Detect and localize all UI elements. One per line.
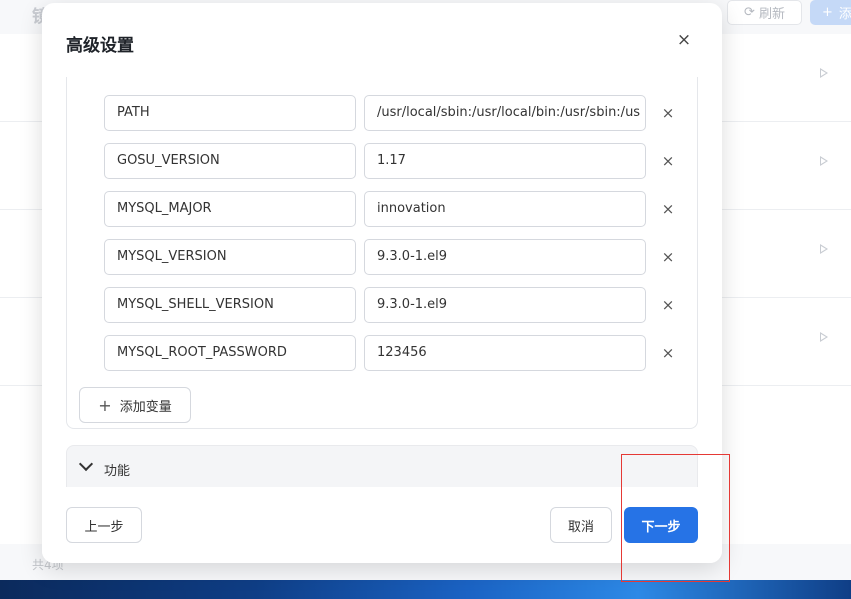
- delete-icon[interactable]: ×: [658, 239, 678, 275]
- env-var-row: MYSQL_ROOT_PASSWORD 123456 ×: [104, 335, 684, 371]
- env-var-row: GOSU_VERSION 1.17 ×: [104, 143, 684, 179]
- delete-icon[interactable]: ×: [658, 335, 678, 371]
- env-var-row: MYSQL_MAJOR innovation ×: [104, 191, 684, 227]
- cancel-button[interactable]: 取消: [550, 507, 612, 543]
- play-icon[interactable]: [820, 156, 828, 166]
- env-key-input[interactable]: MYSQL_SHELL_VERSION: [104, 287, 356, 323]
- env-var-row: PATH /usr/local/sbin:/usr/local/bin:/usr…: [104, 95, 684, 131]
- env-value-input[interactable]: /usr/local/sbin:/usr/local/bin:/usr/sbin…: [364, 95, 646, 131]
- delete-icon[interactable]: ×: [658, 95, 678, 131]
- play-icon[interactable]: [820, 244, 828, 254]
- add-variable-label: 添加变量: [119, 399, 172, 415]
- add-variable-button[interactable]: + 添加变量: [79, 387, 191, 423]
- dialog-body[interactable]: PATH /usr/local/sbin:/usr/local/bin:/usr…: [42, 77, 722, 487]
- advanced-settings-dialog: 高级设置 × PATH /usr/local/sbin:/usr/local/b…: [42, 3, 722, 563]
- dialog-header: 高级设置 ×: [42, 3, 722, 77]
- refresh-icon: ⟳: [744, 5, 755, 20]
- env-key-input[interactable]: GOSU_VERSION: [104, 143, 356, 179]
- env-key-input[interactable]: MYSQL_VERSION: [104, 239, 356, 275]
- plus-icon: +: [822, 5, 833, 20]
- env-value-input[interactable]: 123456: [364, 335, 646, 371]
- refresh-label: 刷新: [758, 7, 785, 22]
- env-key-input[interactable]: MYSQL_ROOT_PASSWORD: [104, 335, 356, 371]
- dialog-title: 高级设置: [66, 36, 134, 56]
- next-step-button[interactable]: 下一步: [624, 507, 698, 543]
- features-section-label: 功能: [104, 464, 131, 479]
- environment-variables-panel: PATH /usr/local/sbin:/usr/local/bin:/usr…: [66, 77, 698, 429]
- play-icon[interactable]: [820, 332, 828, 342]
- close-icon[interactable]: ×: [674, 29, 694, 51]
- features-section-header[interactable]: 功能: [66, 445, 698, 491]
- env-key-input[interactable]: MYSQL_MAJOR: [104, 191, 356, 227]
- add-button[interactable]: + 添: [810, 0, 851, 25]
- play-icon[interactable]: [820, 68, 828, 78]
- delete-icon[interactable]: ×: [658, 287, 678, 323]
- env-value-input[interactable]: 9.3.0-1.el9: [364, 287, 646, 323]
- env-var-row: MYSQL_SHELL_VERSION 9.3.0-1.el9 ×: [104, 287, 684, 323]
- env-value-input[interactable]: innovation: [364, 191, 646, 227]
- previous-step-button[interactable]: 上一步: [66, 507, 142, 543]
- delete-icon[interactable]: ×: [658, 191, 678, 227]
- delete-icon[interactable]: ×: [658, 143, 678, 179]
- env-var-row: MYSQL_VERSION 9.3.0-1.el9 ×: [104, 239, 684, 275]
- refresh-button[interactable]: ⟳ 刷新: [727, 0, 802, 25]
- chevron-down-icon: [78, 456, 94, 472]
- plus-icon: +: [98, 395, 112, 415]
- desktop-taskbar: [0, 580, 851, 599]
- env-value-input[interactable]: 1.17: [364, 143, 646, 179]
- env-key-input[interactable]: PATH: [104, 95, 356, 131]
- dialog-footer: 上一步 取消 下一步: [42, 487, 722, 563]
- add-label: 添: [838, 7, 851, 22]
- env-value-input[interactable]: 9.3.0-1.el9: [364, 239, 646, 275]
